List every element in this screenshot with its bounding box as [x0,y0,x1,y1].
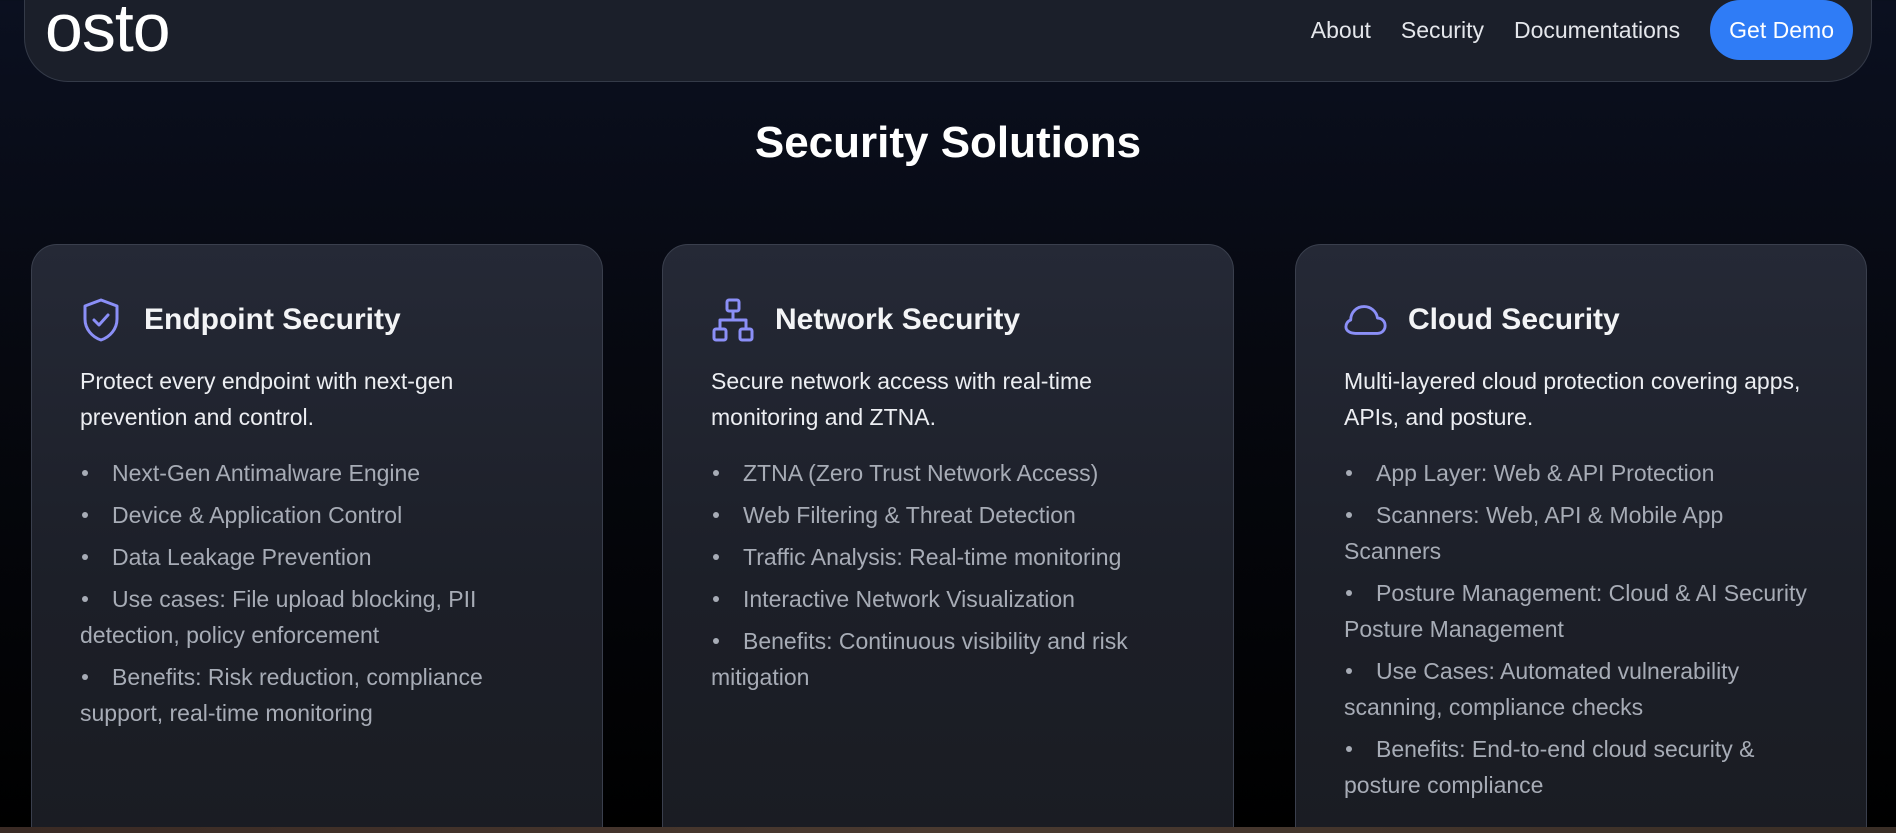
list-item: ZTNA (Zero Trust Network Access) [711,455,1185,491]
card-cloud-security: Cloud Security Multi-layered cloud prote… [1295,244,1867,833]
get-demo-button[interactable]: Get Demo [1710,0,1853,60]
card-description: Secure network access with real-time mon… [711,368,1092,430]
card-title: Network Security [775,303,1021,336]
list-item: Traffic Analysis: Real-time monitoring [711,539,1185,575]
nav-link-security[interactable]: Security [1401,17,1484,44]
page-title: Security Solutions [754,118,1142,167]
osto-logo[interactable]: osto [45,0,171,62]
feature-list: ZTNA (Zero Trust Network Access) Web Fil… [711,455,1185,695]
list-item: Scanners: Web, API & Mobile App Scanners [1344,497,1818,569]
list-item: Posture Management: Cloud & AI Security … [1344,575,1818,647]
nav-link-about[interactable]: About [1311,17,1371,44]
card-header: Network Security [711,295,1185,345]
card-network-security: Network Security Secure network access w… [662,244,1234,833]
card-description: Protect every endpoint with next-gen pre… [80,368,454,430]
shield-check-icon [80,295,124,345]
list-item: Web Filtering & Threat Detection [711,497,1185,533]
list-item: Benefits: Continuous visibility and risk… [711,623,1185,695]
list-item: Use Cases: Automated vulnerability scann… [1344,653,1818,725]
list-item: Next-Gen Antimalware Engine [80,455,554,491]
top-navbar: osto About Security Documentations Get D… [24,0,1872,82]
feature-list: App Layer: Web & API Protection Scanners… [1344,455,1818,803]
bottom-edge [0,827,1896,833]
feature-list: Next-Gen Antimalware Engine Device & App… [80,455,554,731]
card-description: Multi-layered cloud protection covering … [1344,368,1801,430]
nav-link-documentations[interactable]: Documentations [1514,17,1680,44]
card-title: Cloud Security [1408,303,1620,336]
list-item: Data Leakage Prevention [80,539,554,575]
network-icon [711,295,755,345]
card-header: Cloud Security [1344,295,1818,345]
card-header: Endpoint Security [80,295,554,345]
cloud-icon [1344,295,1388,345]
list-item: Benefits: Risk reduction, compliance sup… [80,659,554,731]
list-item: Device & Application Control [80,497,554,533]
list-item: Interactive Network Visualization [711,581,1185,617]
card-endpoint-security: Endpoint Security Protect every endpoint… [31,244,603,833]
nav-links: About Security Documentations Get Demo [1311,0,1853,60]
list-item: Use cases: File upload blocking, PII det… [80,581,554,653]
card-title: Endpoint Security [144,303,401,336]
list-item: App Layer: Web & API Protection [1344,455,1818,491]
list-item: Benefits: End-to-end cloud security & po… [1344,731,1818,803]
